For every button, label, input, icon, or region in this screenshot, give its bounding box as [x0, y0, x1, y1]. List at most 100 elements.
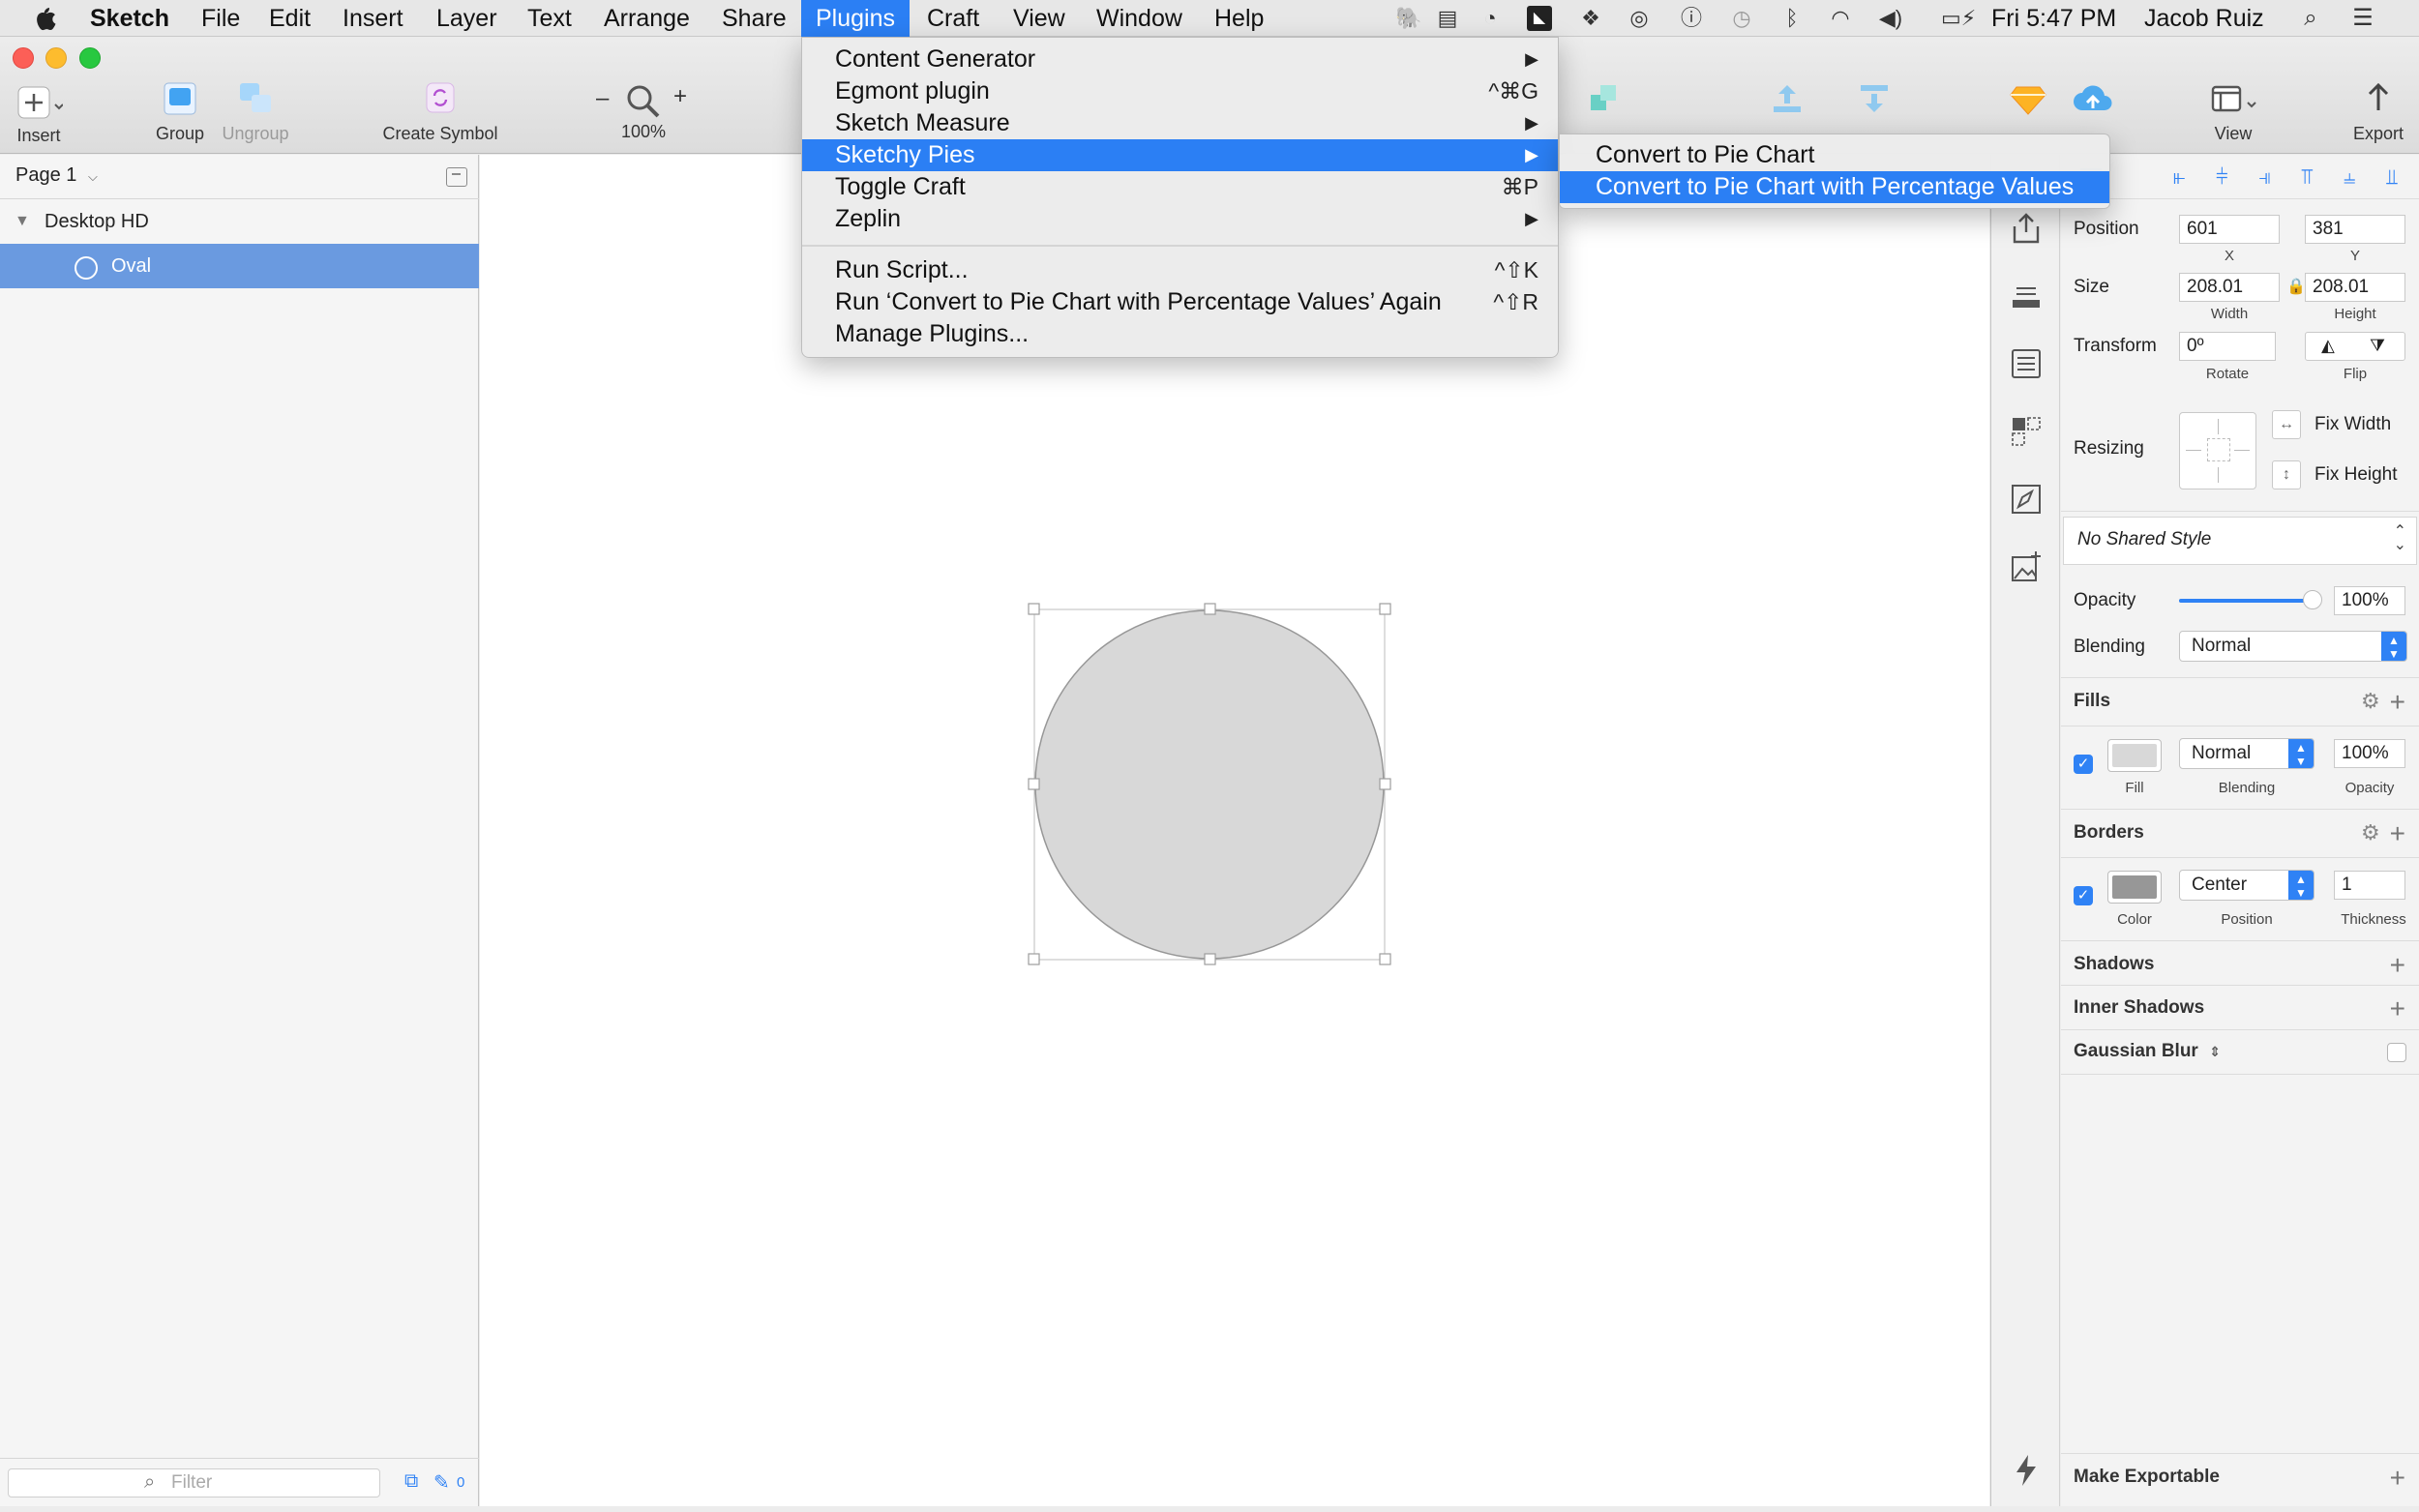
menu-craft[interactable]: Craft: [927, 0, 979, 37]
menu-item-sketch-measure[interactable]: Sketch Measure ▶: [802, 107, 1558, 139]
page-selector[interactable]: Page 1 ⌵: [15, 164, 98, 187]
disclosure-triangle-icon[interactable]: ▼: [15, 199, 30, 244]
fill-enabled-checkbox[interactable]: ✓: [2074, 755, 2093, 774]
ungroup-button[interactable]: Ungroup: [217, 81, 294, 144]
menu-insert[interactable]: Insert: [343, 0, 403, 37]
fill-blending-select[interactable]: Normal ▲ ▼: [2179, 738, 2314, 769]
opacity-field[interactable]: 100%: [2334, 586, 2405, 615]
submenu-item-convert-with-percentages[interactable]: Convert to Pie Chart with Percentage Val…: [1560, 171, 2109, 203]
resizing-constraints-widget[interactable]: [2179, 412, 2256, 489]
menu-arrange[interactable]: Arrange: [604, 0, 690, 37]
gaussian-blur-checkbox[interactable]: [2387, 1043, 2406, 1062]
menu-file[interactable]: File: [201, 0, 240, 37]
align-top-icon[interactable]: ⫪: [2301, 164, 2313, 190]
add-fill-plus-icon[interactable]: +: [2390, 689, 2405, 716]
align-right-icon[interactable]: ⫣: [2258, 164, 2271, 190]
layer-artboard[interactable]: ▼ Desktop HD: [0, 199, 479, 244]
menu-share[interactable]: Share: [722, 0, 787, 37]
fill-opacity-field[interactable]: 100%: [2334, 739, 2405, 768]
add-shadow-plus-icon[interactable]: +: [2390, 952, 2405, 979]
timer-icon[interactable]: ◔: [1477, 6, 1504, 31]
group-button[interactable]: Group: [155, 81, 205, 144]
layer-stack-icon[interactable]: [2009, 279, 2044, 313]
align-middle-icon[interactable]: ⫨: [2344, 164, 2355, 190]
fill-color-swatch[interactable]: [2107, 739, 2162, 772]
position-y-field[interactable]: 381: [2305, 215, 2405, 244]
zoom-in-button[interactable]: +: [673, 83, 687, 110]
volume-icon[interactable]: ◀): [1877, 6, 1904, 31]
menu-item-egmont-plugin[interactable]: Egmont plugin ^⌘G: [802, 75, 1558, 107]
menu-layer[interactable]: Layer: [436, 0, 497, 37]
lightning-icon[interactable]: [2009, 1453, 2044, 1488]
view-button[interactable]: View: [2206, 81, 2260, 144]
fix-width-icon[interactable]: ↔: [2272, 410, 2301, 439]
slice-filter-icon[interactable]: ✎: [433, 1470, 450, 1495]
gaussian-blur-title[interactable]: Gaussian Blur ⇕: [2074, 1041, 2221, 1062]
screen-icon[interactable]: ▤: [1434, 6, 1461, 31]
cloud-button[interactable]: [2071, 81, 2115, 124]
creative-cloud-icon[interactable]: ◎: [1626, 6, 1653, 31]
create-symbol-button[interactable]: Create Symbol: [377, 81, 503, 144]
menu-item-toggle-craft[interactable]: Toggle Craft ⌘P: [802, 171, 1558, 203]
border-enabled-checkbox[interactable]: ✓: [2074, 886, 2093, 905]
add-inner-shadow-plus-icon[interactable]: +: [2390, 995, 2405, 1023]
menu-item-run-again[interactable]: Run ‘Convert to Pie Chart with Percentag…: [802, 286, 1558, 318]
fix-height-icon[interactable]: ↕: [2272, 460, 2301, 489]
shared-style-selector[interactable]: No Shared Style ⌃ ⌄: [2063, 517, 2417, 565]
fills-settings-gear-icon[interactable]: ⚙: [2361, 689, 2380, 714]
wifi-icon[interactable]: ◠: [1827, 6, 1854, 31]
borders-settings-gear-icon[interactable]: ⚙: [2361, 820, 2380, 845]
insert-button[interactable]: Insert: [10, 85, 68, 146]
flip-vertical-icon[interactable]: ⧩: [2370, 336, 2385, 356]
menu-help[interactable]: Help: [1214, 0, 1264, 37]
layer-oval[interactable]: Oval: [0, 244, 479, 288]
symbols-filter-icon[interactable]: ⧉: [404, 1470, 418, 1493]
opacity-slider[interactable]: [2179, 590, 2322, 609]
align-center-icon[interactable]: ⫩: [2216, 164, 2228, 190]
dropbox-icon[interactable]: ❖: [1577, 6, 1604, 31]
add-image-icon[interactable]: [2009, 549, 2044, 584]
menu-item-manage-plugins[interactable]: Manage Plugins...: [802, 318, 1558, 350]
border-position-select[interactable]: Center ▲ ▼: [2179, 870, 2314, 901]
list-panel-icon[interactable]: [2009, 346, 2044, 381]
minimize-window-button[interactable]: [45, 47, 67, 69]
export-button[interactable]: Export: [2347, 79, 2409, 144]
align-left-icon[interactable]: ⫦: [2173, 164, 2185, 190]
components-icon[interactable]: [2009, 414, 2044, 449]
close-window-button[interactable]: [13, 47, 34, 69]
add-border-plus-icon[interactable]: +: [2390, 820, 2405, 847]
oval-shape[interactable]: [1034, 609, 1385, 960]
menu-item-sketchy-pies[interactable]: Sketchy Pies ▶: [802, 139, 1558, 171]
flip-horizontal-icon[interactable]: ◭: [2321, 336, 2335, 356]
collapse-pages-icon[interactable]: [446, 167, 467, 187]
app-status-icon[interactable]: ◣: [1527, 6, 1552, 31]
mirror-button[interactable]: [2009, 81, 2047, 124]
bluetooth-icon[interactable]: ᛒ: [1778, 6, 1806, 31]
menu-edit[interactable]: Edit: [269, 0, 311, 37]
spotlight-icon[interactable]: ⌕: [2297, 6, 2324, 31]
notification-center-icon[interactable]: ☰: [2349, 6, 2376, 31]
forward-button[interactable]: [1761, 81, 1813, 124]
zoom-out-button[interactable]: –: [596, 85, 609, 112]
backward-button[interactable]: [1848, 81, 1900, 124]
share-export-icon[interactable]: [2009, 211, 2044, 246]
menu-plugins[interactable]: Plugins: [801, 0, 910, 37]
height-field[interactable]: 208.01: [2305, 273, 2405, 302]
lock-proportions-icon[interactable]: 🔒: [2286, 277, 2306, 296]
align-bottom-icon[interactable]: ⫫: [2386, 164, 2398, 190]
menu-window[interactable]: Window: [1096, 0, 1182, 37]
rotate-field[interactable]: 0º: [2179, 332, 2276, 361]
menubar-user[interactable]: Jacob Ruiz: [2144, 0, 2264, 37]
width-field[interactable]: 208.01: [2179, 273, 2280, 302]
menubar-clock[interactable]: Fri 5:47 PM: [1991, 0, 2116, 37]
zoom-window-button[interactable]: [79, 47, 101, 69]
border-color-swatch[interactable]: [2107, 871, 2162, 904]
time-machine-icon[interactable]: ◷: [1728, 6, 1755, 31]
submenu-item-convert-to-pie-chart[interactable]: Convert to Pie Chart: [1560, 139, 2109, 171]
opacity-slider-knob[interactable]: [2303, 590, 2322, 609]
menu-item-content-generator[interactable]: Content Generator ▶: [802, 44, 1558, 75]
border-thickness-field[interactable]: 1: [2334, 871, 2405, 900]
add-export-plus-icon[interactable]: +: [2390, 1465, 2405, 1492]
battery-icon[interactable]: ▭⚡: [1941, 6, 1976, 31]
evernote-icon[interactable]: 🐘: [1395, 6, 1422, 31]
